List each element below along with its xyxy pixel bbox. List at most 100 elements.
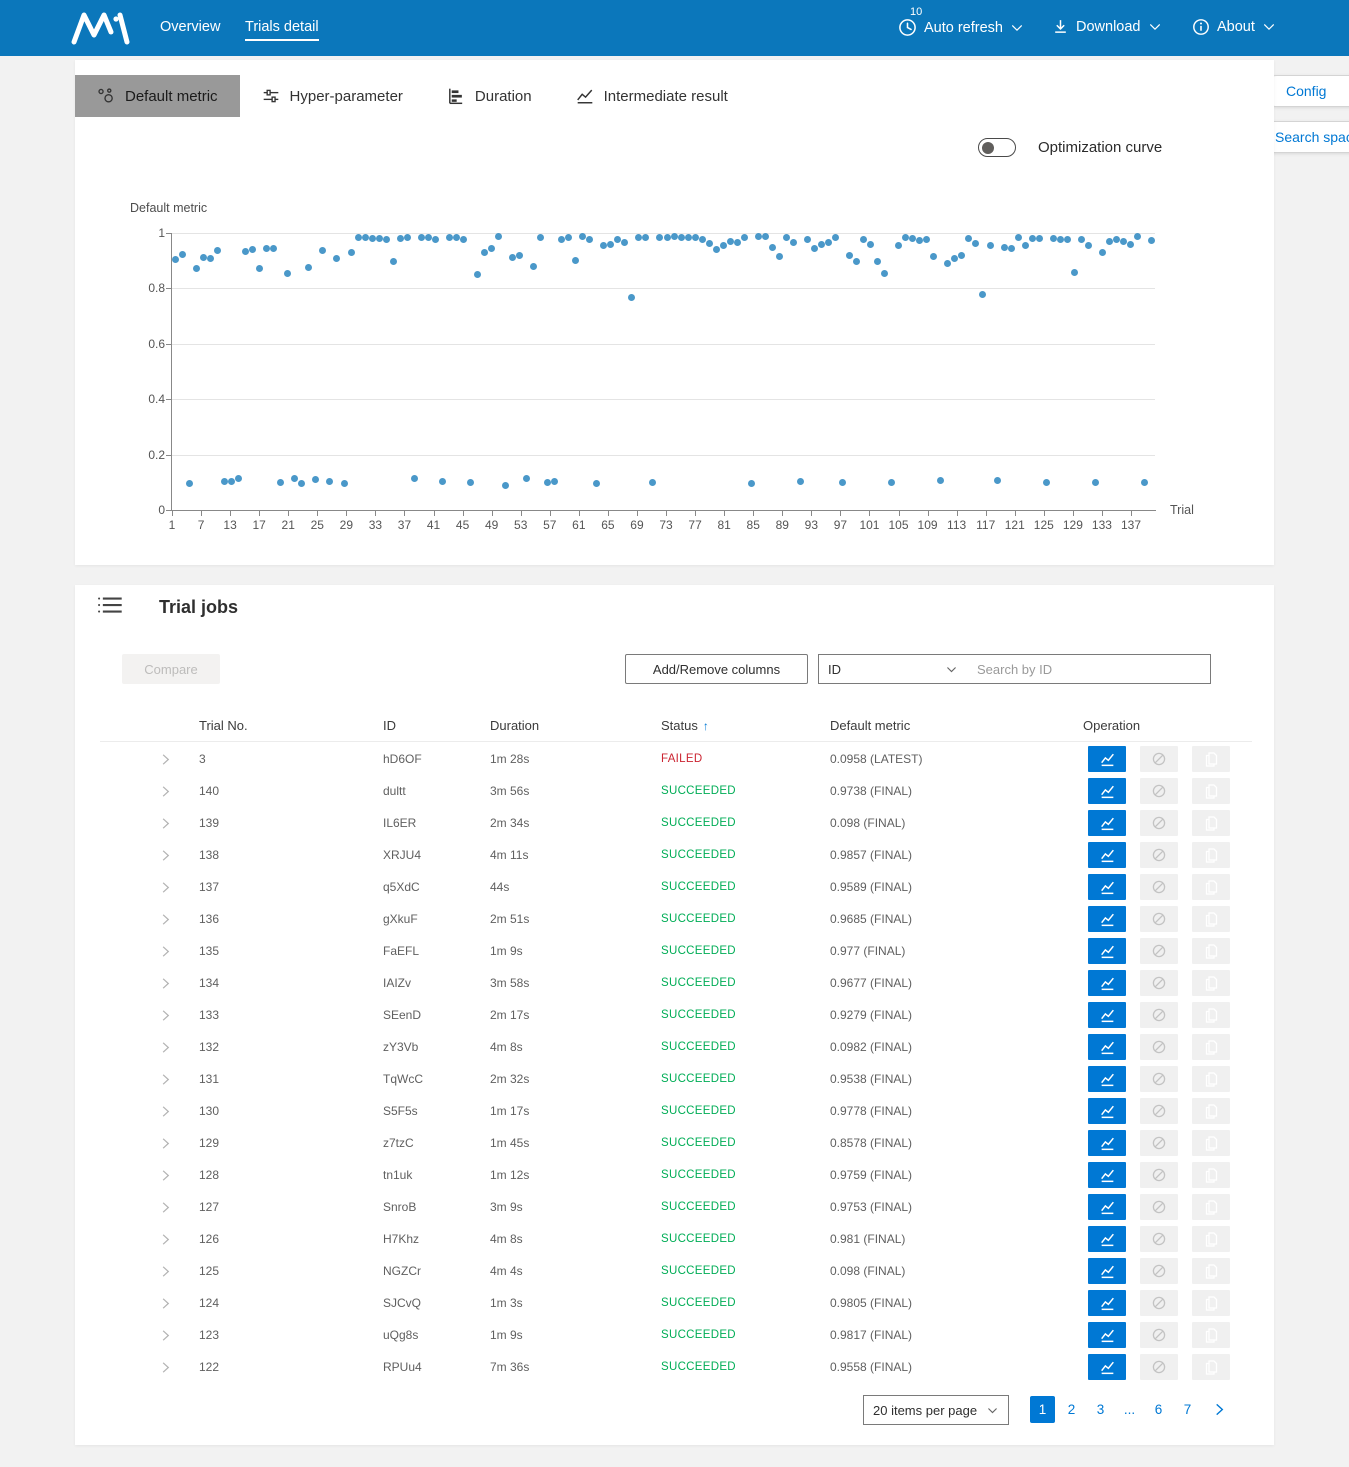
search-input[interactable] [967, 654, 1211, 684]
kill-trial-button[interactable] [1140, 938, 1178, 964]
kill-trial-button[interactable] [1140, 842, 1178, 868]
row-expand-button[interactable] [158, 743, 178, 775]
intermediate-result-button[interactable] [1088, 1002, 1126, 1028]
kill-trial-button[interactable] [1140, 1098, 1178, 1124]
row-expand-button[interactable] [158, 1351, 178, 1383]
scatter-plot[interactable] [172, 233, 1155, 510]
row-expand-button[interactable] [158, 775, 178, 807]
col-default-metric[interactable]: Default metric [830, 710, 910, 742]
copy-trial-button[interactable] [1192, 778, 1230, 804]
row-expand-button[interactable] [158, 1223, 178, 1255]
row-expand-button[interactable] [158, 839, 178, 871]
row-expand-button[interactable] [158, 999, 178, 1031]
copy-trial-button[interactable] [1192, 746, 1230, 772]
row-expand-button[interactable] [158, 903, 178, 935]
kill-trial-button[interactable] [1140, 778, 1178, 804]
copy-trial-button[interactable] [1192, 906, 1230, 932]
items-per-page-select[interactable]: 20 items per page [863, 1395, 1009, 1425]
page-3[interactable]: 3 [1088, 1396, 1113, 1423]
kill-trial-button[interactable] [1140, 810, 1178, 836]
page-6[interactable]: 6 [1146, 1396, 1171, 1423]
intermediate-result-button[interactable] [1088, 1354, 1126, 1380]
copy-trial-button[interactable] [1192, 970, 1230, 996]
kill-trial-button[interactable] [1140, 970, 1178, 996]
compare-button[interactable]: Compare [122, 654, 220, 684]
col-duration[interactable]: Duration [490, 710, 539, 742]
kill-trial-button[interactable] [1140, 1354, 1178, 1380]
page-ellipsis[interactable]: ... [1117, 1396, 1142, 1423]
copy-trial-button[interactable] [1192, 1354, 1230, 1380]
row-expand-button[interactable] [158, 1063, 178, 1095]
intermediate-result-button[interactable] [1088, 1194, 1126, 1220]
copy-trial-button[interactable] [1192, 1002, 1230, 1028]
kill-trial-button[interactable] [1140, 1290, 1178, 1316]
tab-intermediate-result[interactable]: Intermediate result [554, 75, 750, 117]
intermediate-result-button[interactable] [1088, 1130, 1126, 1156]
copy-trial-button[interactable] [1192, 1258, 1230, 1284]
copy-trial-button[interactable] [1192, 842, 1230, 868]
kill-trial-button[interactable] [1140, 746, 1178, 772]
kill-trial-button[interactable] [1140, 1130, 1178, 1156]
tab-duration[interactable]: Duration [425, 75, 554, 117]
nav-trials-detail[interactable]: Trials detail [245, 19, 319, 41]
copy-trial-button[interactable] [1192, 1162, 1230, 1188]
intermediate-result-button[interactable] [1088, 1098, 1126, 1124]
row-expand-button[interactable] [158, 1191, 178, 1223]
tab-hyper-parameter[interactable]: Hyper-parameter [240, 75, 425, 117]
auto-refresh-menu[interactable]: 10 Auto refresh [898, 18, 1024, 37]
kill-trial-button[interactable] [1140, 906, 1178, 932]
intermediate-result-button[interactable] [1088, 1162, 1126, 1188]
intermediate-result-button[interactable] [1088, 1066, 1126, 1092]
intermediate-result-button[interactable] [1088, 906, 1126, 932]
intermediate-result-button[interactable] [1088, 1034, 1126, 1060]
col-trial-no[interactable]: Trial No. [199, 710, 248, 742]
intermediate-result-button[interactable] [1088, 1322, 1126, 1348]
row-expand-button[interactable] [158, 1255, 178, 1287]
download-menu[interactable]: Download [1052, 18, 1162, 35]
row-expand-button[interactable] [158, 1127, 178, 1159]
kill-trial-button[interactable] [1140, 1162, 1178, 1188]
intermediate-result-button[interactable] [1088, 938, 1126, 964]
row-expand-button[interactable] [158, 1159, 178, 1191]
kill-trial-button[interactable] [1140, 1258, 1178, 1284]
add-remove-columns-button[interactable]: Add/Remove columns [625, 654, 808, 684]
row-expand-button[interactable] [158, 1287, 178, 1319]
copy-trial-button[interactable] [1192, 1290, 1230, 1316]
copy-trial-button[interactable] [1192, 1034, 1230, 1060]
kill-trial-button[interactable] [1140, 1322, 1178, 1348]
copy-trial-button[interactable] [1192, 1322, 1230, 1348]
page-1[interactable]: 1 [1030, 1396, 1055, 1423]
intermediate-result-button[interactable] [1088, 1258, 1126, 1284]
kill-trial-button[interactable] [1140, 1226, 1178, 1252]
copy-trial-button[interactable] [1192, 1130, 1230, 1156]
copy-trial-button[interactable] [1192, 810, 1230, 836]
copy-trial-button[interactable] [1192, 938, 1230, 964]
tab-default-metric[interactable]: Default metric [75, 75, 240, 117]
copy-trial-button[interactable] [1192, 1194, 1230, 1220]
page-2[interactable]: 2 [1059, 1396, 1084, 1423]
copy-trial-button[interactable] [1192, 874, 1230, 900]
col-id[interactable]: ID [383, 710, 396, 742]
intermediate-result-button[interactable] [1088, 842, 1126, 868]
kill-trial-button[interactable] [1140, 1034, 1178, 1060]
intermediate-result-button[interactable] [1088, 778, 1126, 804]
kill-trial-button[interactable] [1140, 1002, 1178, 1028]
row-expand-button[interactable] [158, 807, 178, 839]
row-expand-button[interactable] [158, 1031, 178, 1063]
copy-trial-button[interactable] [1192, 1066, 1230, 1092]
search-filter-select[interactable]: ID [818, 654, 968, 684]
copy-trial-button[interactable] [1192, 1226, 1230, 1252]
intermediate-result-button[interactable] [1088, 970, 1126, 996]
col-status[interactable]: Status↑ [661, 710, 709, 742]
intermediate-result-button[interactable] [1088, 874, 1126, 900]
intermediate-result-button[interactable] [1088, 1226, 1126, 1252]
copy-trial-button[interactable] [1192, 1098, 1230, 1124]
config-button[interactable]: Config [1261, 75, 1349, 107]
nav-overview[interactable]: Overview [160, 19, 220, 35]
optimization-curve-toggle[interactable] [978, 138, 1016, 157]
row-expand-button[interactable] [158, 1319, 178, 1351]
row-expand-button[interactable] [158, 935, 178, 967]
page-7[interactable]: 7 [1175, 1396, 1200, 1423]
about-menu[interactable]: About [1192, 18, 1276, 36]
kill-trial-button[interactable] [1140, 874, 1178, 900]
